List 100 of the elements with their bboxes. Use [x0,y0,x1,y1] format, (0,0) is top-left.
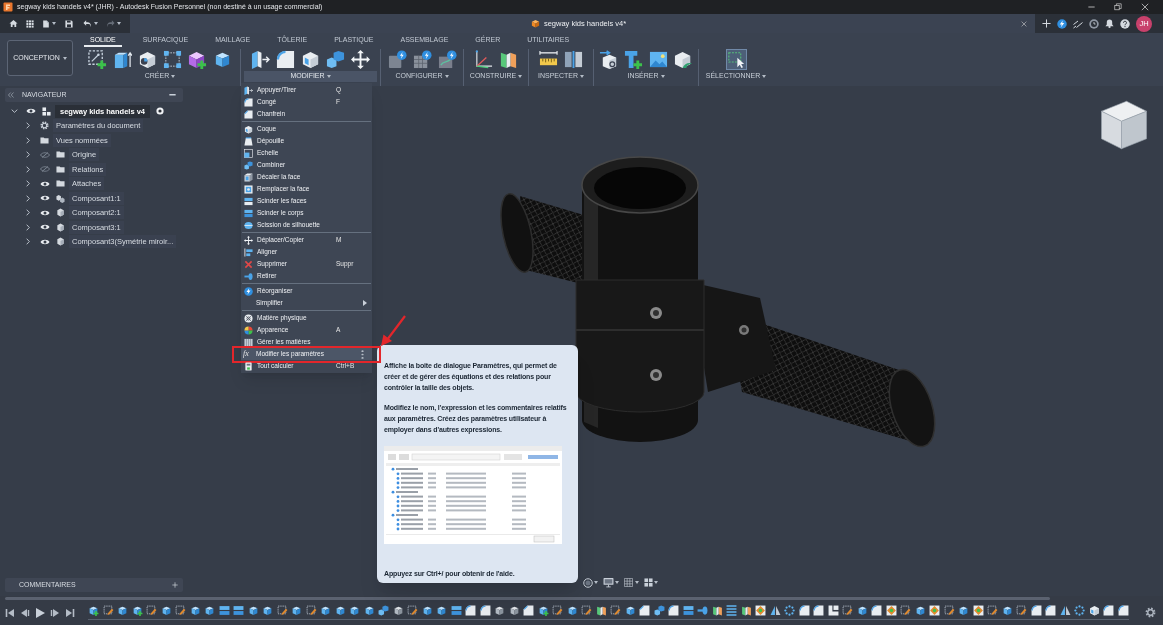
eye-icon[interactable] [26,108,36,115]
close-icon[interactable] [1141,3,1149,11]
dot-circle-icon[interactable] [1074,605,1085,616]
section-panels-icon[interactable] [564,49,583,69]
undo-icon[interactable] [83,19,92,28]
cube-icon[interactable] [349,605,360,616]
stacked-slabs-icon[interactable] [218,605,230,616]
cube-icon[interactable] [436,605,447,616]
solid-cube-icon[interactable] [392,605,404,616]
more-options-icon[interactable] [361,349,364,359]
cube-icon[interactable] [856,605,868,616]
diamond-tile-icon[interactable] [972,605,984,616]
two-cubes-icon[interactable] [653,605,665,616]
hollow-cube-icon[interactable] [301,49,320,69]
hollow-cube-icon[interactable] [1088,605,1100,616]
dashed-square-pencil-icon[interactable] [305,605,317,616]
rounded-corner-icon[interactable] [668,605,679,616]
close-icon[interactable] [1021,20,1027,27]
two-cubes-icon[interactable] [378,605,389,616]
cube-icon[interactable] [117,605,128,616]
stacked-slabs-icon[interactable] [450,605,462,616]
dashed-square-pencil-icon[interactable] [1016,605,1027,616]
text-plus-icon[interactable] [624,49,643,69]
eye-icon[interactable] [40,209,50,216]
restore-icon[interactable] [1114,3,1122,11]
chevron-down-icon[interactable] [11,109,18,114]
cube-icon[interactable] [1001,605,1013,616]
rounded-corner-icon[interactable] [871,605,882,616]
dashed-square-pencil-icon[interactable] [175,605,186,616]
hidden-eye-icon[interactable] [40,151,50,158]
selection-cursor-icon[interactable] [726,49,746,69]
cube-icon[interactable] [189,605,201,616]
dashed-square-pencil-icon[interactable] [552,605,563,616]
cube-icon[interactable] [363,605,375,616]
stacked-slabs-icon[interactable] [233,605,244,616]
dashed-square-pencil-icon[interactable] [276,605,288,616]
caret-icon[interactable] [615,581,619,584]
cube-plus-icon[interactable] [88,605,99,616]
cube-link-icon[interactable] [599,49,618,69]
dashed-square-pencil-icon[interactable] [610,605,621,616]
dashed-square-pencil-icon[interactable] [581,605,592,616]
eye-icon[interactable] [40,180,50,187]
caret-icon[interactable] [117,22,121,25]
hidden-eye-icon[interactable] [40,166,50,173]
cube-icon[interactable] [204,605,215,616]
diamond-tile-icon[interactable] [929,605,940,616]
chevron-right-icon[interactable] [26,165,30,173]
rounded-corner-icon[interactable] [465,605,476,616]
caret-icon[interactable] [52,22,56,25]
timeline-scrollbar[interactable] [5,597,1050,600]
apps-grid-icon[interactable] [26,19,34,28]
skip-to-start-icon[interactable] [5,607,15,618]
image-icon[interactable] [649,49,668,69]
rounded-corner-icon[interactable] [1117,605,1129,616]
dashed-square-pencil-icon[interactable] [146,605,157,616]
lightning-circle-icon[interactable] [1057,18,1067,29]
rounded-corner-icon[interactable] [798,605,810,616]
minimize-icon[interactable] [1087,6,1096,8]
solid-cube-icon[interactable] [508,605,520,616]
clock-icon[interactable] [1089,18,1099,29]
cube-decal-icon[interactable] [674,49,693,69]
view-cube[interactable] [1100,100,1148,150]
chevron-right-icon[interactable] [26,194,30,202]
chevron-right-icon[interactable] [26,136,30,144]
chevron-right-icon[interactable] [26,238,30,246]
cube-icon[interactable] [566,605,578,616]
skip-to-end-icon[interactable] [65,607,75,618]
home-icon[interactable] [9,19,18,28]
four-panes-icon[interactable] [644,578,653,587]
bell-icon[interactable] [1105,19,1114,28]
caret-icon[interactable] [635,581,639,584]
dashed-square-pencil-icon[interactable] [842,605,853,616]
l-shape-icon[interactable] [827,605,839,616]
caret-icon[interactable] [654,581,658,584]
rounded-corner-icon[interactable] [1103,605,1114,616]
cube-plus-icon[interactable] [188,49,207,69]
eye-icon[interactable] [40,238,50,245]
planes-icon[interactable] [711,605,723,616]
panel-lightning-icon[interactable] [437,49,457,69]
dashed-square-pencil-icon[interactable] [407,605,418,616]
dashed-square-pencil-icon[interactable] [943,605,955,616]
diamond-tile-icon[interactable] [755,605,766,616]
grid-icon[interactable] [624,578,633,587]
stripes-icon[interactable] [726,605,737,616]
dashed-square-pencil-icon[interactable] [102,605,114,616]
rounded-corner-icon[interactable] [1030,605,1042,616]
chevron-right-icon[interactable] [26,223,30,231]
mirror-triangles-icon[interactable] [769,605,781,616]
file-icon[interactable] [42,19,50,28]
arrow-dot-icon[interactable] [697,605,708,616]
diamond-tile-icon[interactable] [885,605,897,616]
dot-circle-icon[interactable] [784,605,795,616]
minus-icon[interactable] [169,94,176,96]
caret-icon[interactable] [594,581,598,584]
rounded-corner-icon[interactable] [813,605,824,616]
stacked-slabs-icon[interactable] [682,605,694,616]
grid-lightning-icon[interactable] [412,49,432,69]
beveled-corner-icon[interactable] [639,605,650,616]
cube-plus-icon[interactable] [131,605,143,616]
cube-plus-icon[interactable] [537,605,549,616]
